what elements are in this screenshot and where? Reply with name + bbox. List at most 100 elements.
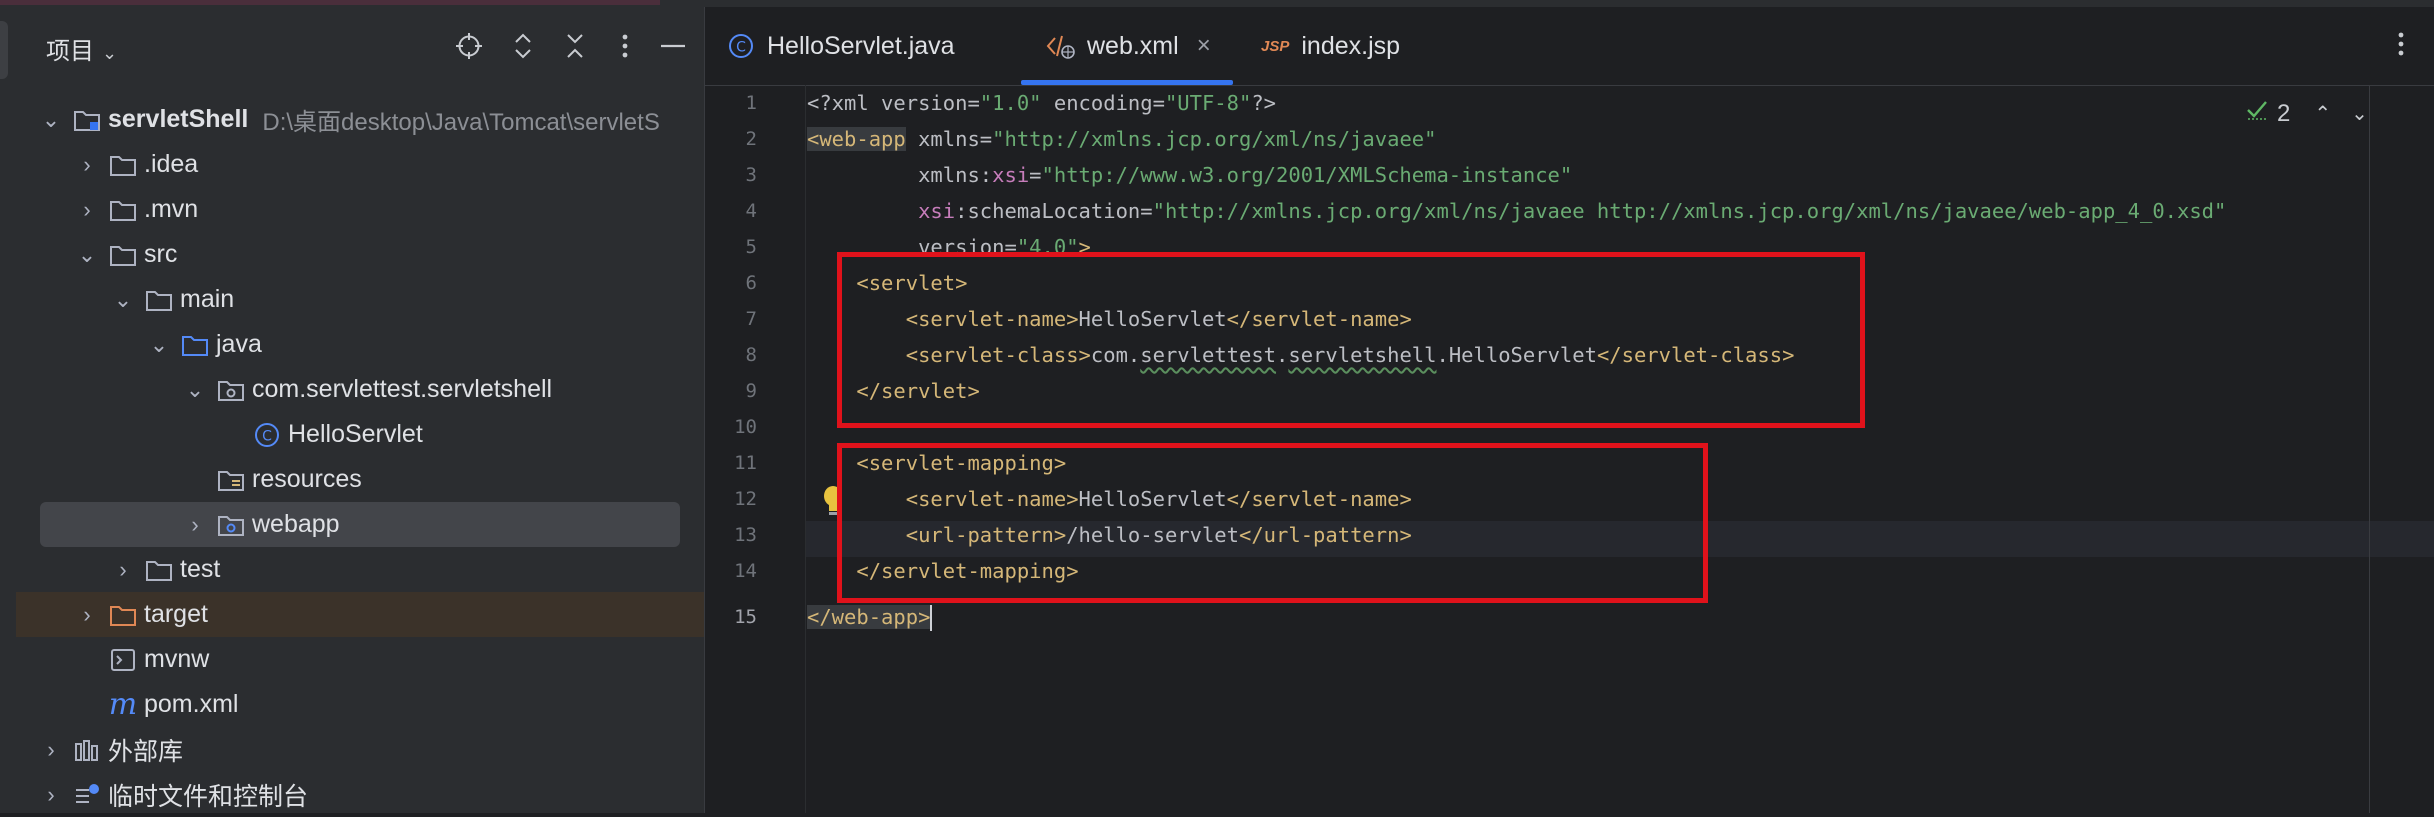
tree-item-pom[interactable]: m pom.xml	[16, 682, 786, 727]
editor-tab-bar: C HelloServlet.java web.xml × JSP index.…	[705, 7, 2434, 86]
code-line[interactable]: </web-app>	[807, 599, 933, 635]
tree-item-label: java	[216, 330, 262, 358]
options-menu-icon[interactable]	[608, 29, 642, 63]
project-panel: 项目 ⌄ ⌄ servletShell D:\桌面desktop\Java\Tom…	[16, 7, 764, 813]
tree-item-label: pom.xml	[144, 690, 239, 718]
tree-item-label: target	[144, 600, 208, 628]
folder-icon	[108, 152, 138, 178]
tree-item-main[interactable]: ⌄ main	[16, 277, 800, 322]
maven-icon: m	[108, 686, 138, 722]
tab-index-jsp[interactable]: JSP index.jsp	[1261, 7, 1400, 85]
tree-item-label: com.servlettest.servletshell	[252, 375, 553, 403]
hide-panel-icon[interactable]	[656, 29, 690, 63]
web-folder-icon	[216, 512, 246, 538]
chevron-right-icon[interactable]: ›	[76, 602, 98, 628]
project-panel-title: 项目	[46, 38, 94, 65]
chevron-down-icon[interactable]: ⌄	[184, 377, 206, 403]
source-folder-icon	[180, 332, 210, 358]
tree-item-label: webapp	[252, 510, 340, 538]
tree-item-mvn[interactable]: › .mvn	[16, 187, 764, 232]
project-path: D:\桌面desktop\Java\Tomcat\servletS	[262, 109, 660, 136]
tree-item-src[interactable]: ⌄ src	[16, 232, 764, 277]
editor-area: C HelloServlet.java web.xml × JSP index.…	[704, 7, 2434, 813]
tree-item-label: main	[180, 285, 235, 313]
project-view-selector[interactable]: 项目 ⌄	[46, 31, 117, 66]
tree-item-label: mvnw	[144, 645, 210, 673]
check-icon	[2245, 99, 2271, 128]
chevron-right-icon[interactable]: ›	[76, 197, 98, 223]
chevron-right-icon[interactable]: ›	[40, 737, 62, 763]
tab-label: index.jsp	[1301, 31, 1401, 60]
collapse-all-icon[interactable]	[558, 29, 592, 63]
folder-icon	[108, 242, 138, 268]
module-folder-icon	[72, 107, 102, 133]
tree-item-label: .mvn	[144, 195, 199, 223]
tree-item-scratches[interactable]: › 临时文件和控制台	[16, 772, 728, 817]
code-line[interactable]: <web-app xmlns="http://xmlns.jcp.org/xml…	[807, 121, 1436, 157]
previous-highlight-icon[interactable]: ⌃	[2314, 101, 2331, 126]
tab-label: HelloServlet.java	[767, 31, 955, 60]
class-icon: C	[252, 422, 282, 448]
tree-item-mvnw[interactable]: mvnw	[16, 637, 786, 682]
tool-window-strip	[0, 7, 17, 813]
locate-icon[interactable]	[452, 29, 486, 63]
chevron-down-icon[interactable]: ⌄	[40, 107, 62, 133]
tree-item-label: src	[144, 240, 178, 268]
highlight-box-servlet	[837, 252, 1865, 428]
tab-label: web.xml	[1087, 31, 1179, 60]
folder-icon	[144, 287, 174, 313]
tree-item-label: 临时文件和控制台	[108, 782, 309, 811]
chevron-right-icon[interactable]: ›	[184, 512, 206, 538]
chevron-right-icon[interactable]: ›	[76, 152, 98, 178]
highlight-box-servlet-mapping	[837, 443, 1708, 603]
chevron-right-icon[interactable]: ›	[40, 782, 62, 808]
chevron-down-icon[interactable]: ⌄	[76, 242, 98, 268]
tree-item-idea[interactable]: › .idea	[16, 142, 764, 187]
library-icon	[72, 737, 102, 763]
text-caret	[930, 605, 933, 631]
excluded-folder-icon	[108, 602, 138, 628]
jsp-icon: JSP	[1261, 38, 1289, 55]
code-line[interactable]: xmlns:xsi="http://www.w3.org/2001/XMLSch…	[807, 157, 1572, 193]
inspection-count: 2	[2277, 99, 2291, 127]
folder-icon	[108, 197, 138, 223]
folder-icon	[144, 557, 174, 583]
project-panel-header: 项目 ⌄	[16, 7, 704, 87]
resources-folder-icon	[216, 467, 246, 493]
tree-item-label: servletShell	[108, 105, 249, 133]
tree-item-label: 外部库	[108, 737, 184, 766]
xml-icon	[1045, 32, 1075, 60]
expand-all-icon[interactable]	[506, 29, 540, 63]
tree-item-label: resources	[252, 465, 362, 493]
tree-item-label: test	[180, 555, 221, 583]
jsp-icon-text: JSP	[1261, 37, 1290, 55]
tree-item-test[interactable]: › test	[16, 547, 800, 592]
title-bar-strip	[0, 0, 2434, 7]
class-icon: C	[727, 32, 755, 60]
svg-text:C: C	[736, 40, 746, 56]
tree-item-servletshell[interactable]: ⌄ servletShell D:\桌面desktop\Java\Tomcat\…	[16, 97, 704, 142]
tab-options-icon[interactable]	[2397, 31, 2405, 64]
chevron-down-icon[interactable]: ⌄	[112, 287, 134, 313]
tab-helloservlet-java[interactable]: C HelloServlet.java	[727, 7, 955, 85]
code-line[interactable]: <?xml version="1.0" encoding="UTF-8"?>	[807, 85, 1276, 121]
svg-text:C: C	[262, 428, 272, 444]
tree-item-webapp[interactable]: › webapp	[40, 502, 680, 547]
inspection-widget[interactable]: 2 ⌃ ⌄	[2245, 99, 2378, 128]
close-icon[interactable]: ×	[1197, 32, 1211, 60]
package-icon	[216, 377, 246, 403]
title-bar-accent	[0, 0, 660, 5]
tab-web-xml[interactable]: web.xml ×	[1021, 7, 1233, 85]
tree-item-external-libraries[interactable]: › 外部库	[16, 727, 728, 772]
chevron-right-icon[interactable]: ›	[112, 557, 134, 583]
tree-item-target[interactable]: › target	[16, 592, 764, 637]
chevron-down-icon[interactable]: ⌄	[148, 332, 170, 358]
chevron-down-icon: ⌄	[102, 43, 118, 63]
scratches-icon	[72, 782, 102, 808]
tree-item-label: HelloServlet	[288, 420, 423, 448]
code-line[interactable]: xsi:schemaLocation="http://xmlns.jcp.org…	[807, 193, 2226, 229]
tree-item-label: .idea	[144, 150, 199, 178]
project-tool-button[interactable]	[0, 21, 8, 79]
terminal-file-icon	[108, 647, 138, 673]
next-highlight-icon[interactable]: ⌄	[2351, 101, 2368, 126]
